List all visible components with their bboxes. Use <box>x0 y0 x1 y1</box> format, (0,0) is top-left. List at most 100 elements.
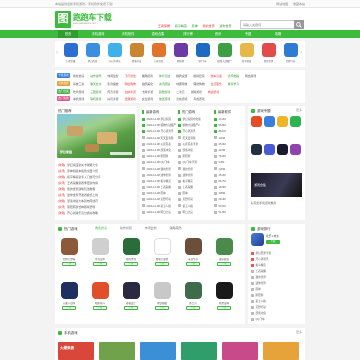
nav-item-ranking[interactable]: 排行榜 <box>178 30 198 38</box>
strip-app[interactable]: 梦幻西游 <box>84 43 101 63</box>
strip-app[interactable]: 荒野行动 <box>282 43 299 63</box>
app-icon[interactable] <box>277 144 288 155</box>
tag-word[interactable]: 跑酷游戏 <box>159 90 170 94</box>
tag-word[interactable]: 棋牌桌游 <box>176 74 187 78</box>
feature-banner[interactable]: 梦幻家园 <box>57 114 135 158</box>
nav-item-guides[interactable]: 攻略 <box>268 30 288 38</box>
game-thumbnail[interactable] <box>263 342 299 360</box>
strip-app[interactable]: 植物大战僵尸 <box>216 43 233 63</box>
tag-word[interactable]: 策略塔防 <box>142 74 153 78</box>
tag-word[interactable]: 飞行射击 <box>125 74 136 78</box>
side-foot-text[interactable]: 好玩的手机游戏推荐 <box>251 201 276 205</box>
favorite-link[interactable]: 收藏本站 <box>293 2 305 6</box>
nav-item-home[interactable]: 首页 <box>58 30 78 38</box>
game-thumbnail[interactable] <box>181 342 217 360</box>
tag-word[interactable]: 吃鸡游戏 <box>73 90 84 94</box>
download-button[interactable]: 下载 <box>93 306 107 310</box>
app-icon[interactable] <box>251 116 262 127</box>
tag-word[interactable]: 聊天社交 <box>90 82 101 86</box>
list-item[interactable]: 2023-12-08 明日之后 <box>142 210 176 216</box>
game-thumbnail[interactable] <box>99 342 135 360</box>
app-card[interactable]: 暗黑战神 下载 <box>214 282 234 310</box>
tag-word[interactable]: 赛车竞速 <box>211 74 222 78</box>
tag-word[interactable]: 女生游戏 <box>142 97 153 101</box>
app-icon[interactable] <box>277 116 288 127</box>
list-item[interactable]: 2023-12-08 天天爱消除 <box>142 136 176 142</box>
app-card[interactable]: 荒野大镖客 下载 <box>59 238 79 266</box>
bottom-more-link[interactable]: 更多 <box>296 330 302 334</box>
game-thumbnail[interactable] <box>140 342 176 360</box>
nav-item-collections[interactable]: 游戏合集 <box>148 30 168 38</box>
app-card[interactable]: 城市建造 下载 <box>214 238 234 266</box>
app-card[interactable]: 暗影格斗 下载 <box>90 282 110 310</box>
tag-word[interactable]: 网络购物 <box>125 82 136 86</box>
strip-prev-button[interactable]: ‹ <box>56 49 60 57</box>
top-ranked-app[interactable]: 欢乐斗地主 下载 <box>251 233 303 248</box>
tag-word[interactable]: 休闲益智 <box>107 74 118 78</box>
tag-word[interactable]: 音乐舞蹈 <box>228 74 239 78</box>
app-card[interactable]: 终极战士 下载 <box>121 282 141 310</box>
tag-word[interactable]: 网络游戏 <box>245 74 256 78</box>
tag-word[interactable]: 放置游戏 <box>159 97 170 101</box>
list-item[interactable]: 51.5M <box>214 210 242 216</box>
download-button[interactable]: 下载 <box>217 262 231 266</box>
app-icon[interactable] <box>290 116 301 127</box>
download-button[interactable]: 下载 <box>155 262 169 266</box>
tag-word[interactable]: 生活服务 <box>211 82 222 86</box>
nav-item-topics[interactable]: 专题 <box>238 30 258 38</box>
tag-word[interactable]: 体育竞技 <box>159 74 170 78</box>
download-button[interactable]: 下载 <box>186 306 200 310</box>
list-item[interactable]: 明日之后 <box>178 210 212 216</box>
tab-action[interactable]: 动作冒险 <box>120 226 132 230</box>
tag-label[interactable]: 热门专题 <box>57 96 70 102</box>
app-icon[interactable] <box>251 144 262 155</box>
strip-app[interactable]: 我的世界 <box>260 43 277 63</box>
tag-word[interactable]: 影音播放 <box>107 82 118 86</box>
download-button[interactable]: 下载 <box>124 306 138 310</box>
app-icon[interactable] <box>264 116 275 127</box>
game-thumbnail[interactable]: 火爆来袭 <box>58 342 94 360</box>
game-thumbnail[interactable] <box>222 342 258 360</box>
tag-word[interactable]: 理财购物 <box>193 82 204 86</box>
download-button[interactable]: 下载 <box>186 262 200 266</box>
nav-item-software[interactable]: 手机软件 <box>118 30 138 38</box>
hot-keyword[interactable]: 原神 <box>192 24 198 28</box>
tag-word[interactable]: 卡牌手游 <box>142 90 153 94</box>
nav-item-games[interactable]: 手机游戏 <box>88 30 108 38</box>
tag-word[interactable]: 联机游戏 <box>90 97 101 101</box>
hot-keyword[interactable]: 迷你世界 <box>219 24 231 28</box>
app-icon[interactable] <box>290 144 301 155</box>
tag-word[interactable]: 经典游戏 <box>125 97 136 101</box>
download-button[interactable]: 下载 <box>155 306 169 310</box>
tag-word[interactable]: 单机游戏 <box>73 97 84 101</box>
app-card[interactable]: 影之刃 下载 <box>183 282 203 310</box>
strip-app[interactable]: 部落冲突 <box>128 43 145 63</box>
strip-app[interactable]: 王者荣耀 <box>62 43 79 63</box>
download-button[interactable]: 下载 <box>217 306 231 310</box>
tag-word[interactable]: 拍照美化 <box>142 82 153 86</box>
tag-word[interactable]: 动作冒险 <box>90 74 101 78</box>
tab-casual[interactable]: 休闲益智 <box>145 226 157 230</box>
strip-app[interactable]: 阴阳师 <box>172 43 189 63</box>
search-input[interactable] <box>241 21 293 28</box>
app-card[interactable]: 地铁跑酷 下载 <box>152 282 172 310</box>
tag-label[interactable]: 热门合集 <box>57 88 70 94</box>
rank-list-item[interactable]: QQ飞车 <box>251 317 303 323</box>
tag-word[interactable]: 二次元 <box>176 90 184 94</box>
tag-word[interactable]: 养成游戏 <box>193 97 204 101</box>
tag-label[interactable]: 手机游戏 <box>57 73 70 78</box>
app-card[interactable]: 生存战争 下载 <box>90 238 110 266</box>
strip-app[interactable]: 和平精英 <box>238 43 255 63</box>
app-icon[interactable] <box>264 144 275 155</box>
nav-item-news[interactable]: 资讯 <box>208 30 228 38</box>
news-item[interactable]: [攻略] 开心消消乐高分通关攻略 <box>58 210 136 216</box>
app-card[interactable]: 火柴人战争 下载 <box>59 282 79 310</box>
tag-word[interactable]: 仙侠手游 <box>125 90 136 94</box>
app-card[interactable]: 滑雪大冒险 下载 <box>152 238 172 266</box>
tag-word[interactable]: 教育学习 <box>228 82 239 86</box>
hot-keyword[interactable]: 王者荣耀 <box>158 24 170 28</box>
tag-word[interactable]: 枪战游戏 <box>208 90 219 94</box>
download-button[interactable]: 下载 <box>266 240 280 244</box>
app-card[interactable]: 我的世界 下载 <box>121 238 141 266</box>
strip-app[interactable]: 开心消消乐 <box>106 43 123 63</box>
